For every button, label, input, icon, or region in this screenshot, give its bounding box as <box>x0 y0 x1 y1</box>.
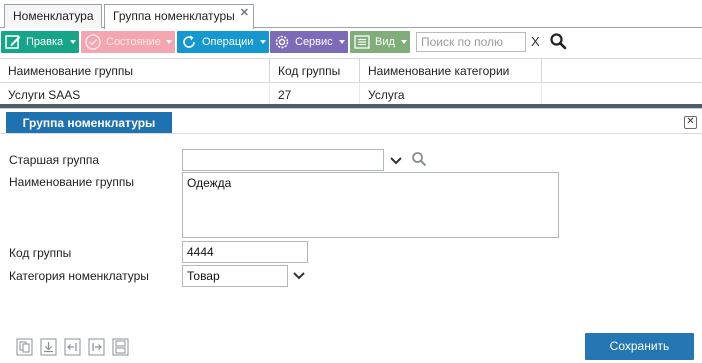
parent-group-label: Старшая группа <box>9 153 100 167</box>
arrow-left-icon[interactable] <box>64 338 81 356</box>
table-row[interactable]: Услуги SAAS 27 Услуга <box>0 84 702 106</box>
chevron-down-icon[interactable] <box>292 270 306 282</box>
group-code-label: Код группы <box>9 246 72 260</box>
tab-nomenclature-group[interactable]: Группа номенклатуры ✕ <box>104 4 254 29</box>
parent-group-field[interactable] <box>182 149 384 171</box>
column-header-group-name[interactable]: Наименование группы <box>0 59 270 83</box>
tab-nomenclature[interactable]: Номенклатура <box>4 4 102 28</box>
group-form-panel: Группа номенклатуры ✕ Старшая группа Наи… <box>0 108 702 363</box>
toolbar: Правка Состояние Операции Сервис Вид Пои… <box>0 29 702 56</box>
save-button[interactable]: Сохранить <box>585 333 694 360</box>
download-icon[interactable] <box>40 338 57 356</box>
operations-label: Операции <box>202 36 254 48</box>
tab-label: Номенклатура <box>13 9 94 23</box>
chevron-down-icon <box>70 40 76 44</box>
arrow-right-icon[interactable] <box>88 338 105 356</box>
view-label: Вид <box>375 36 395 48</box>
table-cell: Услуга <box>360 84 542 106</box>
chevron-down-icon[interactable] <box>389 155 403 167</box>
copy-icon[interactable] <box>16 338 33 356</box>
table-cell: Услуги SAAS <box>0 84 270 106</box>
search-icon[interactable] <box>549 32 567 50</box>
view-button[interactable]: Вид <box>350 31 410 53</box>
list-view-icon <box>354 35 370 49</box>
edit-label: Правка <box>26 36 64 48</box>
panel-title-tab: Группа номенклатуры <box>6 112 172 134</box>
refresh-icon <box>183 35 195 48</box>
divider <box>0 133 702 134</box>
close-icon[interactable]: ✕ <box>684 116 697 129</box>
service-label: Сервис <box>295 36 333 48</box>
gear-icon <box>275 35 289 49</box>
table-header: Наименование группы Код группы Наименова… <box>0 58 702 83</box>
chevron-down-icon <box>339 40 345 44</box>
tab-label: Группа номенклатуры <box>113 9 235 23</box>
state-label: Состояние <box>106 36 161 48</box>
group-name-label: Наименование группы <box>9 175 135 189</box>
state-button[interactable]: Состояние <box>81 31 175 53</box>
tab-bar: Номенклатура Группа номенклатуры ✕ <box>0 0 702 29</box>
category-label: Категория номенклатуры <box>9 269 149 283</box>
search-icon[interactable] <box>411 151 427 167</box>
category-select[interactable] <box>182 265 288 287</box>
service-button[interactable]: Сервис <box>270 31 348 53</box>
close-icon[interactable]: ✕ <box>240 2 249 24</box>
group-name-field[interactable]: Одежда <box>182 172 559 238</box>
column-header-group-code[interactable]: Код группы <box>270 59 360 83</box>
clear-search-button[interactable]: X <box>531 34 540 49</box>
edit-button[interactable]: Правка <box>1 31 79 53</box>
edit-icon <box>5 35 21 49</box>
search-input[interactable] <box>416 32 526 52</box>
check-circle-icon <box>85 34 101 50</box>
groups-table: Наименование группы Код группы Наименова… <box>0 58 702 108</box>
save-disk-icon[interactable] <box>112 338 129 356</box>
group-code-field[interactable] <box>182 241 308 263</box>
column-header-category-name[interactable]: Наименование категории <box>360 59 542 83</box>
chevron-down-icon <box>166 40 172 44</box>
table-cell: 27 <box>270 84 360 106</box>
chevron-down-icon <box>401 40 407 44</box>
chevron-down-icon <box>260 40 266 44</box>
operations-button[interactable]: Операции <box>177 31 269 53</box>
